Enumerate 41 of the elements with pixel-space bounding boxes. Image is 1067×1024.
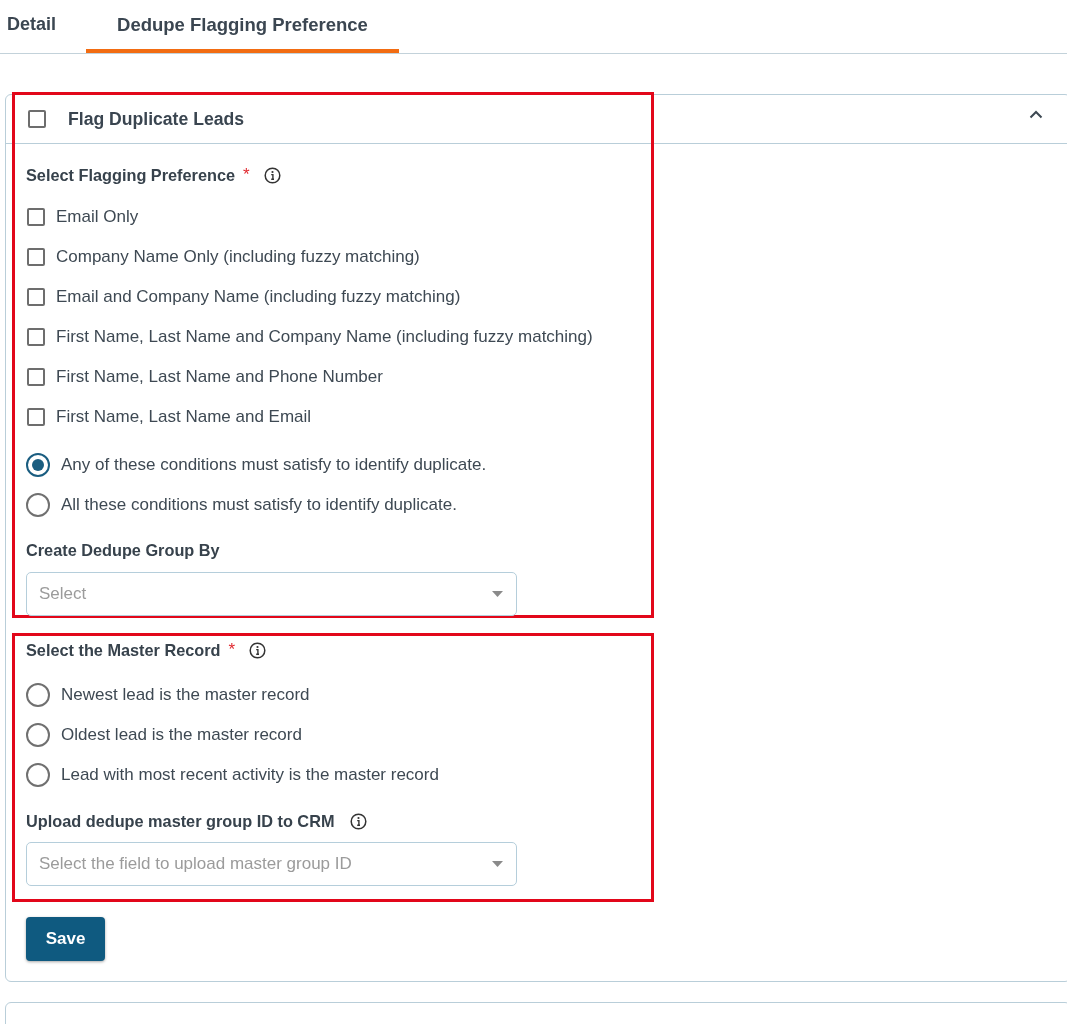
option-label: Oldest lead is the master record bbox=[61, 725, 302, 745]
save-button[interactable]: Save bbox=[26, 917, 105, 961]
radio-button[interactable] bbox=[26, 493, 50, 517]
info-icon[interactable] bbox=[350, 812, 368, 830]
caret-icon bbox=[492, 861, 503, 867]
option-label: Email Only bbox=[56, 207, 139, 227]
panel-title: Flag Duplicate Leads bbox=[68, 108, 244, 130]
option-label: Email and Company Name (including fuzzy matching) bbox=[56, 287, 461, 307]
option-label: Any of these conditions must satisfy to identify duplicate. bbox=[61, 455, 487, 475]
caret-icon bbox=[492, 591, 503, 597]
option-label: Newest lead is the master record bbox=[61, 685, 310, 705]
dropdown-field[interactable]: Select the field to upload master group ID bbox=[26, 842, 517, 886]
option-label: First Name, Last Name and Email bbox=[56, 407, 312, 427]
required-mark: * bbox=[243, 165, 250, 185]
field-label: Upload dedupe master group ID to CRM bbox=[26, 811, 335, 831]
radio-button[interactable] bbox=[26, 453, 50, 477]
field-label: Select the Master Record bbox=[26, 640, 221, 660]
option-label: First Name, Last Name and Company Name (including fuzzy matching) bbox=[56, 327, 593, 347]
chevron-up-icon[interactable] bbox=[1029, 110, 1043, 119]
checkbox[interactable] bbox=[27, 208, 45, 226]
radio-button[interactable] bbox=[26, 763, 50, 787]
required-mark: * bbox=[228, 640, 236, 660]
checkbox[interactable] bbox=[27, 328, 45, 346]
dropdown-field[interactable]: Select bbox=[26, 572, 517, 616]
tab[interactable]: Dedupe Flagging Preference bbox=[86, 0, 399, 53]
option-label: Company Name Only (including fuzzy matching) bbox=[56, 247, 420, 267]
option-label: First Name, Last Name and Phone Number bbox=[56, 367, 383, 387]
info-icon[interactable] bbox=[263, 166, 281, 184]
field-label: Create Dedupe Group By bbox=[26, 540, 220, 560]
checkbox[interactable] bbox=[27, 408, 45, 426]
radio-button[interactable] bbox=[26, 683, 50, 707]
tab[interactable]: Detail bbox=[0, 0, 87, 53]
checkbox[interactable] bbox=[27, 248, 45, 266]
radio-button[interactable] bbox=[26, 723, 50, 747]
field-label: Select Flagging Preference bbox=[26, 165, 236, 185]
info-icon[interactable] bbox=[249, 641, 267, 659]
checkbox[interactable] bbox=[27, 368, 45, 386]
checkbox[interactable] bbox=[27, 288, 45, 306]
checkbox[interactable] bbox=[28, 110, 46, 128]
option-label: Lead with most recent activity is the master record bbox=[61, 765, 439, 785]
option-label: All these conditions must satisfy to identify duplicate. bbox=[61, 495, 457, 515]
